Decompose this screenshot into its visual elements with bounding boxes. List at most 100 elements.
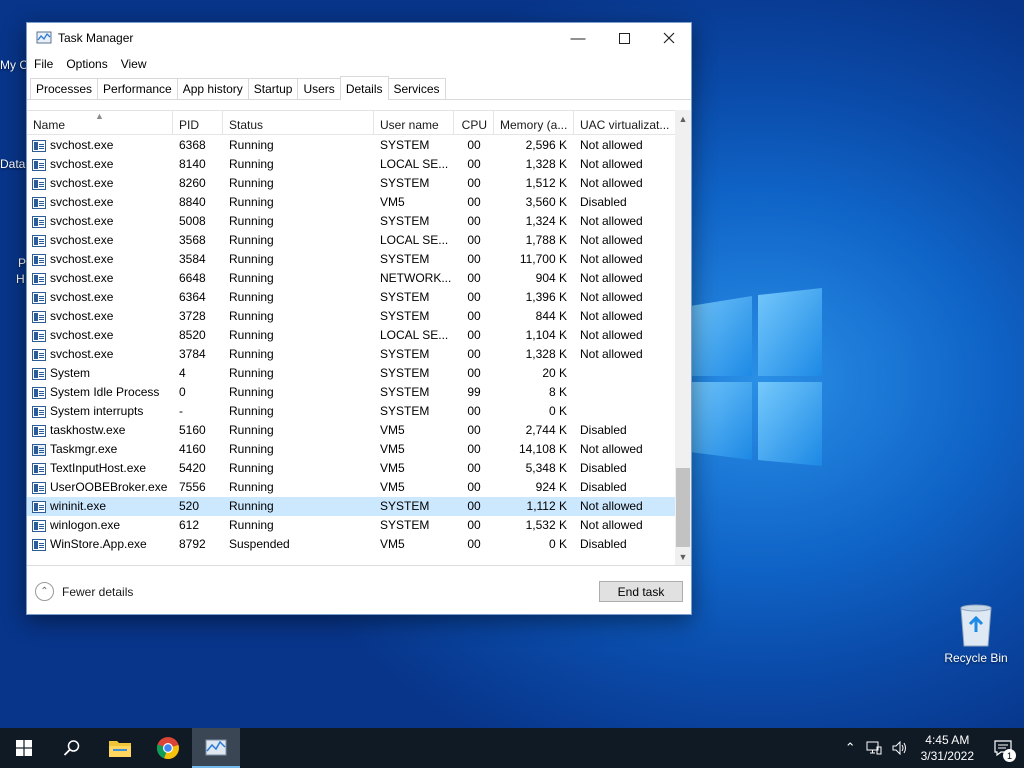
cell-cpu: 00 <box>467 176 481 190</box>
cell-user-name: SYSTEM <box>380 214 430 228</box>
column-header-cpu[interactable]: CPU <box>454 111 494 135</box>
process-icon <box>32 405 46 418</box>
table-row[interactable]: WinStore.App.exe 8792 Suspended VM5 00 0 K Dis… <box>27 535 675 554</box>
table-row[interactable]: winlogon.exe 612 Running SYSTEM 00 1,532 K Not… <box>27 516 675 535</box>
volume-icon[interactable] <box>892 741 908 755</box>
title-bar[interactable]: Task Manager — <box>27 23 691 53</box>
process-icon <box>32 443 46 456</box>
search-button[interactable] <box>48 728 96 768</box>
cell-pid: 6364 <box>179 290 206 304</box>
sort-ascending-icon: ▲ <box>95 111 104 121</box>
process-icon <box>32 367 46 380</box>
process-icon <box>32 291 46 304</box>
clock-date: 3/31/2022 <box>920 749 974 763</box>
column-header-memory[interactable]: Memory (a... <box>494 111 574 135</box>
table-row[interactable]: System Idle Process 0 Running SYSTEM 99 8 K <box>27 383 675 402</box>
close-button[interactable] <box>646 23 692 53</box>
table-row[interactable]: System 4 Running SYSTEM 00 20 K <box>27 364 675 383</box>
clock[interactable]: 4:45 AM 3/31/2022 <box>921 732 974 764</box>
cell-user-name: SYSTEM <box>380 404 430 418</box>
table-row[interactable]: svchost.exe 6368 Running SYSTEM 00 2,596 K Not… <box>27 136 675 155</box>
maximize-button[interactable] <box>601 23 647 53</box>
table-row[interactable]: svchost.exe 8260 Running SYSTEM 00 1,512 K Not… <box>27 174 675 193</box>
tab-users[interactable]: Users <box>297 78 341 99</box>
tab-details[interactable]: Details <box>339 76 389 100</box>
menu-options[interactable]: Options <box>66 57 107 71</box>
fewer-details-link[interactable]: ⌃ Fewer details <box>35 582 133 601</box>
cell-name: svchost.exe <box>27 174 173 193</box>
cell-cpu: 00 <box>467 518 481 532</box>
action-center-button[interactable]: 1 <box>988 728 1018 768</box>
tab-processes[interactable]: Processes <box>30 78 99 99</box>
recycle-bin[interactable]: Recycle Bin <box>940 602 1012 665</box>
scroll-up-icon[interactable]: ▲ <box>675 110 691 127</box>
process-icon <box>32 272 46 285</box>
cell-cpu: 00 <box>467 347 481 361</box>
table-row[interactable]: svchost.exe 3568 Running LOCAL SE... 00 1,788… <box>27 231 675 250</box>
menu-file[interactable]: File <box>34 57 53 71</box>
process-name: TextInputHost.exe <box>50 461 147 475</box>
minimize-button[interactable]: — <box>555 23 601 53</box>
file-explorer-icon <box>109 741 131 757</box>
table-row[interactable]: TextInputHost.exe 5420 Running VM5 00 5,348 K… <box>27 459 675 478</box>
scrollbar-thumb[interactable] <box>676 468 690 547</box>
cell-memory: 8 K <box>548 385 567 399</box>
column-header-uac[interactable]: UAC virtualizat... <box>574 111 675 135</box>
cell-name: svchost.exe <box>27 212 173 231</box>
tab-services[interactable]: Services <box>387 78 446 99</box>
table-row[interactable]: wininit.exe 520 Running SYSTEM 00 1,112 K Not … <box>27 497 675 516</box>
cell-user-name: SYSTEM <box>380 252 430 266</box>
column-header-pid[interactable]: PID <box>173 111 223 135</box>
cell-user-name: SYSTEM <box>380 347 430 361</box>
cell-memory: 0 K <box>548 404 567 418</box>
cell-pid: 8520 <box>179 328 206 342</box>
cell-memory: 844 K <box>535 309 567 323</box>
chrome-button[interactable] <box>144 728 192 768</box>
end-task-button[interactable]: End task <box>599 581 683 602</box>
table-row[interactable]: svchost.exe 3784 Running SYSTEM 00 1,328 K Not… <box>27 345 675 364</box>
menu-view[interactable]: View <box>121 57 147 71</box>
vertical-scrollbar[interactable]: ▲ ▼ <box>675 110 691 565</box>
cell-status: Running <box>229 347 274 361</box>
table-row[interactable]: svchost.exe 8840 Running VM5 00 3,560 K Disabl… <box>27 193 675 212</box>
table-row[interactable]: svchost.exe 5008 Running SYSTEM 00 1,324 K Not… <box>27 212 675 231</box>
task-manager-taskbar-button[interactable] <box>192 728 240 768</box>
cell-uac: Disabled <box>580 461 627 475</box>
cell-memory: 1,328 K <box>525 347 567 361</box>
start-button[interactable] <box>0 728 48 768</box>
cell-memory: 1,104 K <box>525 328 567 342</box>
tab-performance[interactable]: Performance <box>97 78 178 99</box>
table-row[interactable]: taskhostw.exe 5160 Running VM5 00 2,744 K Disa… <box>27 421 675 440</box>
column-header-name[interactable]: ▲ Name <box>27 111 173 135</box>
process-name: svchost.exe <box>50 309 114 323</box>
process-name: svchost.exe <box>50 195 114 209</box>
cell-user-name: VM5 <box>380 537 405 551</box>
network-icon[interactable] <box>866 741 882 755</box>
cell-cpu: 00 <box>467 480 481 494</box>
cell-status: Running <box>229 366 274 380</box>
table-row[interactable]: Taskmgr.exe 4160 Running VM5 00 14,108 K Not a… <box>27 440 675 459</box>
file-explorer-button[interactable] <box>96 728 144 768</box>
table-row[interactable]: svchost.exe 8520 Running LOCAL SE... 00 1,104… <box>27 326 675 345</box>
table-row[interactable]: svchost.exe 6364 Running SYSTEM 00 1,396 K Not… <box>27 288 675 307</box>
table-row[interactable]: svchost.exe 3728 Running SYSTEM 00 844 K Not a… <box>27 307 675 326</box>
scroll-down-icon[interactable]: ▼ <box>675 548 691 565</box>
cell-user-name: VM5 <box>380 423 405 437</box>
tab-startup[interactable]: Startup <box>247 78 299 99</box>
cell-user-name: VM5 <box>380 442 405 456</box>
table-row[interactable]: System interrupts - Running SYSTEM 00 0 K <box>27 402 675 421</box>
table-row[interactable]: UserOOBEBroker.exe 7556 Running VM5 00 924 K D… <box>27 478 675 497</box>
table-row[interactable]: svchost.exe 6648 Running NETWORK... 00 904 K N… <box>27 269 675 288</box>
tab-app-history[interactable]: App history <box>176 78 249 99</box>
cell-cpu: 00 <box>467 309 481 323</box>
cell-pid: 8140 <box>179 157 206 171</box>
table-row[interactable]: svchost.exe 3584 Running SYSTEM 00 11,700 K No… <box>27 250 675 269</box>
cell-pid: 3584 <box>179 252 206 266</box>
column-header-status[interactable]: Status <box>223 111 374 135</box>
cell-name: System interrupts <box>27 402 173 421</box>
task-manager-window: Task Manager — File Options View Process… <box>26 22 692 615</box>
chevron-up-icon[interactable]: ⌃ <box>845 740 856 756</box>
column-header-user-name[interactable]: User name <box>374 111 454 135</box>
process-icon <box>32 253 46 266</box>
table-row[interactable]: svchost.exe 8140 Running LOCAL SE... 00 1,328… <box>27 155 675 174</box>
